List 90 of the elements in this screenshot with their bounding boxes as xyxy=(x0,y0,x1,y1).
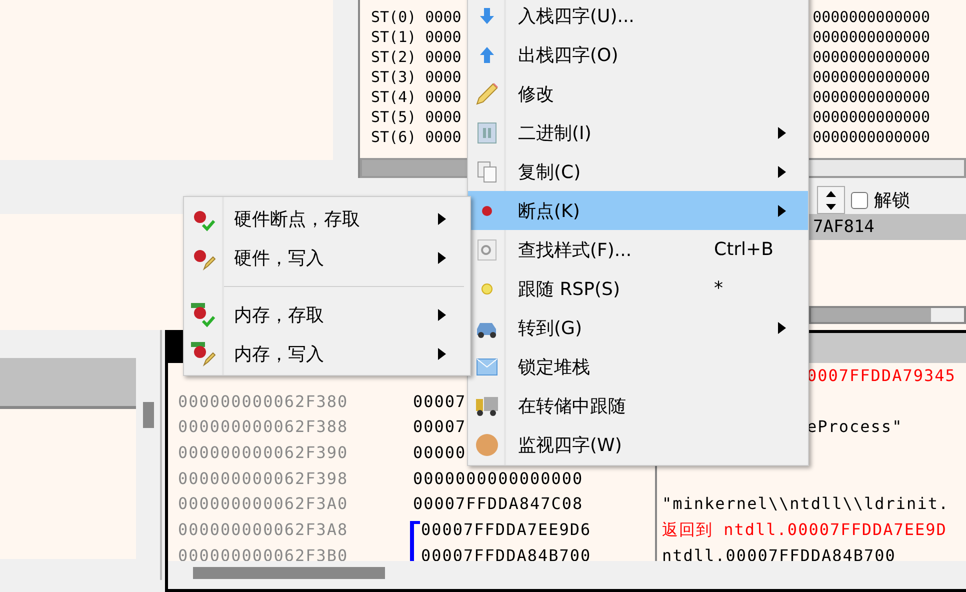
register-value: 0000 xyxy=(425,27,462,47)
value-cell: 0000000000000000 xyxy=(413,468,584,488)
address-cell: 000000000062F388 xyxy=(178,417,348,436)
comment-cell: ntdll.00007FFDDA84B700 xyxy=(662,546,896,561)
value-cell: 00007 xyxy=(413,417,466,436)
checkbox[interactable] xyxy=(851,192,868,208)
address-cell: 000000000062F3A8 xyxy=(178,520,348,540)
submenu-arrow-icon xyxy=(438,308,446,320)
submenu-arrow-icon xyxy=(778,126,786,138)
shortcut-label: Ctrl+B xyxy=(714,239,774,260)
comment-cell: "minkernel\\ntdll\\ldrinit. xyxy=(662,494,950,514)
value-cell: 00007FFDDA847C08 xyxy=(413,494,584,514)
breakpoint-icon xyxy=(481,204,493,216)
value-cell: 00007 xyxy=(413,392,466,411)
shortcut-label: * xyxy=(714,278,723,299)
menu-item[interactable]: 在转储中跟随 xyxy=(468,386,808,425)
scrollbar[interactable] xyxy=(809,306,966,324)
address-cell: 000000000062F380 xyxy=(178,392,348,411)
menu-item[interactable]: 断点(K) xyxy=(468,191,808,230)
value-cell: 00000 xyxy=(413,443,466,462)
menu-item[interactable]: 硬件断点，存取 xyxy=(184,199,470,238)
sun-icon xyxy=(481,282,493,294)
register-value: 0000000000000 xyxy=(812,7,931,27)
down-caret-icon xyxy=(826,204,836,210)
menu-item[interactable]: 内存，写入 xyxy=(184,334,470,373)
up-arrow-icon xyxy=(478,46,496,64)
register-value: 0000000000000 xyxy=(812,107,931,127)
menu-item[interactable]: 锁定堆栈 xyxy=(468,347,808,386)
scrollbar-thumb[interactable] xyxy=(811,308,931,322)
address-cell: 000000000062F398 xyxy=(178,468,348,488)
menu-item[interactable]: 复制(C) xyxy=(468,152,808,191)
register-name: ST(1) xyxy=(371,27,416,47)
envelope-icon xyxy=(476,358,498,376)
checkbox-label: 解锁 xyxy=(874,189,910,212)
menu-item[interactable]: 入栈四字(U)... xyxy=(468,0,808,35)
submenu-arrow-icon xyxy=(438,252,446,264)
submenu-arrow-icon xyxy=(778,166,786,178)
register-name: ST(4) xyxy=(371,87,416,107)
register-value: 0000 xyxy=(425,67,462,87)
down-arrow-icon xyxy=(478,6,496,24)
menu-item[interactable]: 内存，存取 xyxy=(184,295,470,334)
pencil-icon xyxy=(475,82,499,106)
ball-icon xyxy=(475,432,499,456)
up-caret-icon xyxy=(826,190,836,196)
register-value: 0000 xyxy=(425,127,462,147)
address-cell: 000000000062F390 xyxy=(178,443,348,462)
scrollbar[interactable] xyxy=(168,561,966,589)
comment-cell: 0007FFDDA79345 xyxy=(807,366,956,385)
submenu-arrow-icon xyxy=(438,348,446,360)
submenu-arrow-icon xyxy=(438,212,446,224)
truck-icon xyxy=(475,394,499,416)
comment-cell: 返回到 ntdll.00007FFDDA7EE9D xyxy=(662,520,947,540)
register-name: ST(5) xyxy=(371,107,416,127)
register-value: 0000 xyxy=(425,107,462,127)
register-value: 0000000000000 xyxy=(812,27,931,47)
document-icon xyxy=(477,122,497,144)
register-value: 0000 xyxy=(425,7,462,27)
menu-item[interactable]: 查找样式(F)... Ctrl+B xyxy=(468,230,808,269)
submenu-arrow-icon xyxy=(778,204,786,216)
memory-breakpoint-icon xyxy=(190,302,216,328)
menu-item[interactable]: 二进制(I) xyxy=(468,113,808,152)
menu-item[interactable]: 监视四字(W) xyxy=(468,425,808,464)
register-value: 0000000000000 xyxy=(812,87,931,107)
list-row[interactable]: 7AF814 xyxy=(809,214,966,240)
spin-button[interactable] xyxy=(817,186,845,214)
value-cell: 00007FFDDA7EE9D6 xyxy=(421,520,592,540)
menu-item[interactable]: 转到(G) xyxy=(468,308,808,347)
register-name: ST(3) xyxy=(371,67,416,87)
memory-breakpoint-icon xyxy=(190,340,216,366)
register-value: 0000 xyxy=(425,47,462,67)
register-name: ST(2) xyxy=(371,47,416,67)
menu-item[interactable]: 出栈四字(O) xyxy=(468,35,808,74)
value-cell: 00007FFDDA84B700 xyxy=(421,546,592,561)
menu-item[interactable]: 修改 xyxy=(468,74,808,113)
register-value: 0000000000000 xyxy=(812,47,931,67)
register-value: 0000000000000 xyxy=(812,67,931,87)
address-cell: 000000000062F3A0 xyxy=(178,494,348,514)
copy-icon xyxy=(477,160,497,182)
scrollbar-thumb[interactable] xyxy=(193,567,385,579)
menu-item[interactable]: 硬件，写入 xyxy=(184,238,470,277)
scrollbar-thumb[interactable] xyxy=(142,402,154,428)
register-value: 0000000000000 xyxy=(812,127,931,147)
comment-cell: eProcess" xyxy=(807,417,903,436)
address-cell: 000000000062F3B0 xyxy=(178,546,348,561)
search-document-icon xyxy=(477,238,497,260)
menu-item[interactable]: 跟随 RSP(S) * xyxy=(468,269,808,308)
submenu-arrow-icon xyxy=(778,322,786,334)
register-name: ST(6) xyxy=(371,127,416,147)
register-value: 0000 xyxy=(425,87,462,107)
register-name: ST(0) xyxy=(371,7,416,27)
